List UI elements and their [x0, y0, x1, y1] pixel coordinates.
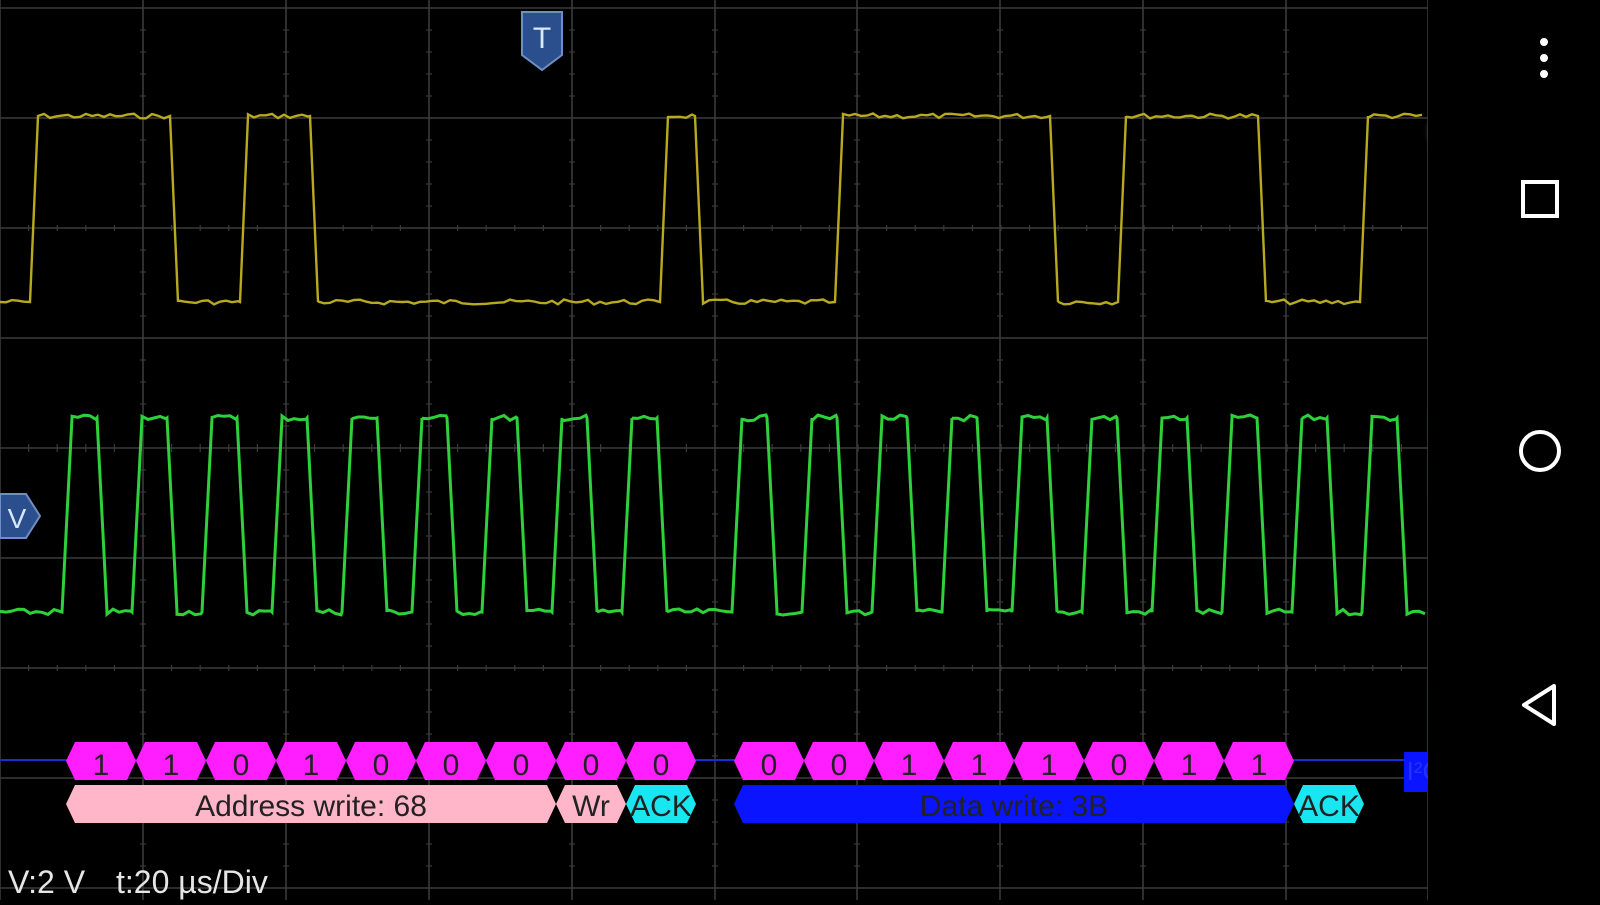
decoded-bit-label: 1 — [1041, 749, 1058, 782]
trigger-marker-label: T — [533, 22, 551, 55]
android-navigation-bar — [1428, 0, 1600, 900]
overflow-menu-icon[interactable] — [1524, 30, 1564, 90]
address-frame-label: Address write: 68 — [195, 790, 427, 823]
decoded-bit-label: 0 — [443, 749, 460, 782]
ack-frame-label: ACK — [1298, 790, 1360, 823]
volts-per-div-readout: V:2 V — [8, 864, 86, 900]
channel-1-trace — [0, 112, 1423, 306]
recent-apps-icon[interactable] — [1516, 175, 1566, 225]
decoded-bit-label: 0 — [583, 749, 600, 782]
home-icon[interactable] — [1514, 425, 1566, 477]
decoded-bit-label: 1 — [1181, 749, 1198, 782]
decoded-bit-label: 0 — [653, 749, 670, 782]
decoded-bit-label: 1 — [971, 749, 988, 782]
decoded-bit-label: 1 — [1251, 749, 1268, 782]
decoded-bit-label: 1 — [93, 749, 110, 782]
decoded-bit-label: 0 — [233, 749, 250, 782]
decoded-bit-label: 1 — [303, 749, 320, 782]
i2c-decoder-overlay: 1 1 0 1 0 0 0 0 0 0 0 1 1 1 0 1 1 Address write: 68 Wr ACK D… — [66, 742, 1441, 823]
ack-frame-label: ACK — [630, 790, 692, 823]
decoded-bit-label: 0 — [373, 749, 390, 782]
trigger-marker[interactable]: T — [521, 11, 563, 72]
decoded-bit-label: 1 — [901, 749, 918, 782]
scope-canvas[interactable]: 1 1 0 1 0 0 0 0 0 0 0 1 1 1 0 1 1 Address write: 68 Wr ACK D… — [0, 0, 1441, 900]
level-marker-label: V — [8, 503, 27, 534]
decoded-bit-label: 1 — [163, 749, 180, 782]
level-marker[interactable]: V — [0, 493, 42, 539]
channel-2-trace — [0, 412, 1426, 618]
oscilloscope-screen[interactable]: 1 1 0 1 0 0 0 0 0 0 0 1 1 1 0 1 1 Address write: 68 Wr ACK D… — [0, 0, 1441, 900]
data-frame-label: Data write: 3B — [920, 790, 1108, 823]
decoded-bit-label: 0 — [831, 749, 848, 782]
time-per-div-readout: t:20 µs/Div — [116, 864, 268, 900]
decoded-bit-label: 0 — [513, 749, 530, 782]
protocol-tag-label: I²C — [1407, 756, 1428, 786]
decoded-bit-label: 0 — [1111, 749, 1128, 782]
back-icon[interactable] — [1516, 680, 1566, 730]
rw-frame-label: Wr — [572, 790, 610, 823]
decoded-bit-label: 0 — [761, 749, 778, 782]
